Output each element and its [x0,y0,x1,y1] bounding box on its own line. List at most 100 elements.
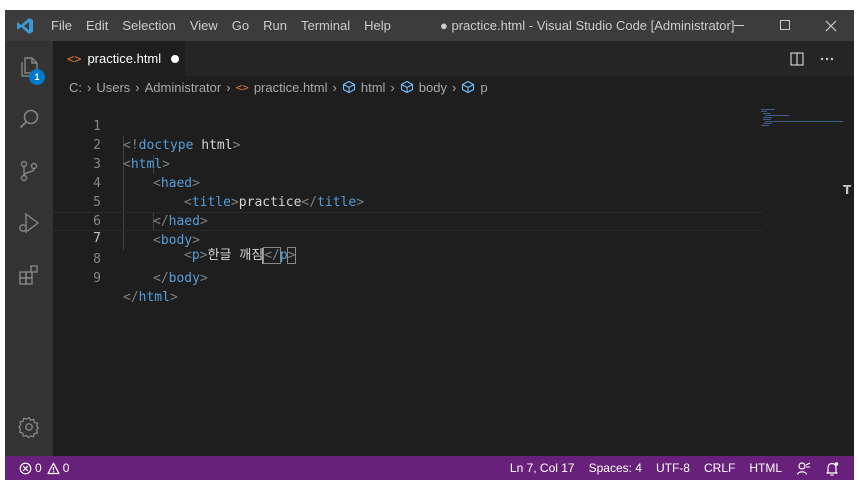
line-number: 9 [93,271,101,286]
editor-actions [782,41,842,76]
tab-practice-html[interactable]: <> practice.html [53,41,185,76]
search-icon [19,109,39,129]
extensions-icon [19,265,38,285]
feedback-button[interactable] [789,461,818,476]
minimap-line [761,111,767,112]
chevron-right-icon: › [390,79,395,95]
explorer-button[interactable]: 1 [5,43,53,91]
chevron-right-icon: › [226,79,231,95]
bell-icon [826,461,839,476]
unsaved-dot-icon[interactable] [171,54,180,63]
bracket: > [199,271,208,286]
explorer-badge: 1 [29,69,45,85]
line-ending[interactable]: CRLF [697,461,742,475]
code-line[interactable]: 9 </html> [53,250,763,305]
run-debug-button[interactable] [5,199,53,247]
breadcrumb-symbol-p[interactable]: p [461,79,488,95]
code-line-current[interactable]: 7 <p>한글 깨짐</p> [53,212,763,264]
extensions-button[interactable] [5,251,53,299]
breadcrumb-symbol-label: body [418,79,447,95]
menu-run[interactable]: Run [256,10,294,41]
split-editor-icon [790,51,804,66]
line-content: </html> [123,288,178,307]
code-line[interactable]: 1 <!doctype html> [53,98,763,153]
minimap-line [761,125,769,126]
breadcrumb-symbol-html[interactable]: html [342,80,385,95]
activity-bar: 1 [5,41,53,456]
source-control-button[interactable] [5,147,53,195]
breadcrumb-symbol-body[interactable]: body [400,80,447,95]
code-editor[interactable]: 1 <!doctype html> 2 <html> 3 <haed> 4 <t… [53,98,854,456]
breadcrumb-file[interactable]: <> practice.html [236,80,328,95]
bracket: </ [153,271,169,286]
feedback-person-icon [796,461,811,475]
breadcrumb-drive[interactable]: C: [69,80,82,95]
minimize-icon [733,25,744,26]
status-right: Ln 7, Col 17 Spaces: 4 UTF-8 CRLF HTML [503,456,846,480]
manage-button[interactable] [5,403,53,451]
window-controls [716,10,854,41]
chevron-right-icon: › [451,79,457,95]
source-control-icon [20,160,38,182]
status-bar: 0 0 Ln 7, Col 17 Spaces: 4 UTF-8 CRLF HT… [5,456,854,480]
code-line[interactable]: 2 <html> [53,117,763,172]
breadcrumb: C: › Users › Administrator › <> practice… [53,76,488,98]
minimap[interactable] [757,98,854,456]
maximize-button[interactable] [762,10,808,41]
cursor-position[interactable]: Ln 7, Col 17 [503,461,582,475]
encoding[interactable]: UTF-8 [649,461,697,475]
code-line[interactable]: 4 <title>practice</title> [53,155,763,210]
breadcrumb-users[interactable]: Users [96,80,130,95]
bracket: </ [123,290,139,305]
tag-name: body [168,271,200,286]
menu-selection[interactable]: Selection [115,10,182,41]
menu-edit[interactable]: Edit [79,10,115,41]
code-line[interactable]: 5 </haed> [53,174,763,229]
code-line[interactable]: 8 </body> [53,231,763,286]
split-editor-button[interactable] [782,41,812,76]
search-button[interactable] [5,95,53,143]
minimap-line [765,115,789,116]
minimize-button[interactable] [716,10,762,41]
indentation[interactable]: Spaces: 4 [582,461,649,475]
code-line[interactable]: 6 <body> [53,193,763,248]
more-actions-button[interactable] [812,41,842,76]
tag-name: html [138,290,170,305]
code-line[interactable]: 3 <haed> [53,136,763,191]
menu-bar: File Edit Selection View Go Run Terminal… [44,10,398,41]
scrollbar-cursor-marker[interactable]: T [843,184,853,196]
warning-icon [47,462,60,474]
notifications-button[interactable] [818,461,846,476]
breadcrumb-file-label: practice.html [253,79,328,95]
html-file-icon: <> [67,51,82,66]
chevron-right-icon: › [135,79,140,95]
minimap-line [763,119,771,120]
problems-indicator[interactable]: 0 0 [5,461,69,475]
menu-view[interactable]: View [183,10,225,41]
more-icon [820,57,834,60]
menu-help[interactable]: Help [357,10,398,41]
menu-file[interactable]: File [44,10,79,41]
maximize-icon [779,20,790,30]
minimap-line [763,113,771,114]
error-count: 0 [35,461,42,475]
language-mode[interactable]: HTML [742,461,789,475]
minimap-line [763,123,772,124]
title-bar: File Edit Selection View Go Run Terminal… [5,10,854,41]
chevron-right-icon: › [87,79,92,95]
minimap-line [761,109,775,110]
minimap-line-current [765,121,843,122]
menu-go[interactable]: Go [225,10,256,41]
line-content: </body> [153,269,208,288]
vscode-logo-icon [10,10,40,41]
chevron-right-icon: › [332,79,337,95]
menu-terminal[interactable]: Terminal [294,10,357,41]
close-button[interactable] [808,10,854,41]
editor-tab-bar: <> practice.html [53,41,854,76]
breadcrumb-administrator[interactable]: Administrator [145,80,222,95]
bracket: > [169,290,178,305]
vscode-window: File Edit Selection View Go Run Terminal… [5,10,854,480]
breadcrumb-symbol-label: p [480,79,488,95]
minimap-line [763,117,772,118]
window-title: ● practice.html - Visual Studio Code [Ad… [440,18,735,33]
